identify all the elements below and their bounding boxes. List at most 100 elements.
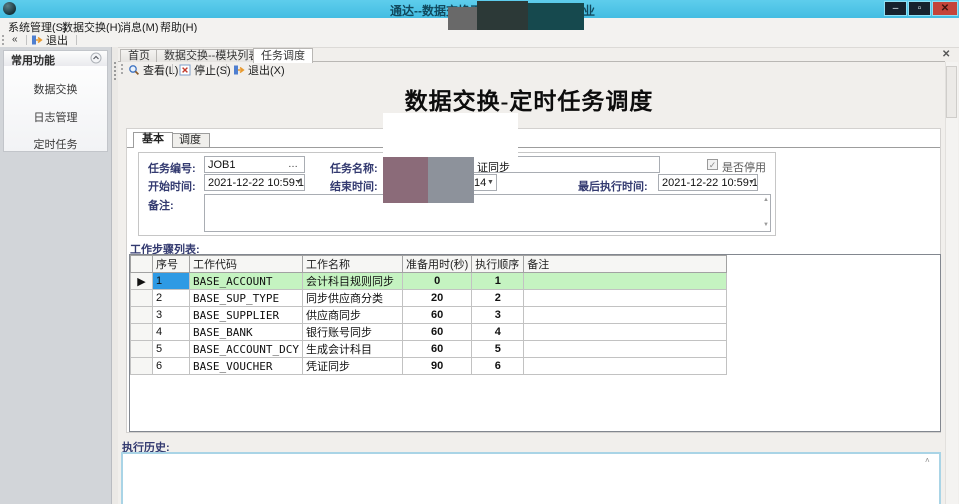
job-name-visible-value: 证同步: [477, 162, 510, 173]
scroll-up-icon[interactable]: ˄: [925, 456, 930, 465]
cell-exec-order[interactable]: 3: [472, 307, 524, 324]
cell-no[interactable]: 4: [153, 324, 190, 341]
cell-prep-seconds[interactable]: 60: [402, 307, 471, 324]
cell-code[interactable]: BASE_ACCOUNT_DCY: [190, 341, 303, 358]
cell-name[interactable]: 凭证同步: [302, 358, 402, 375]
cell-exec-order[interactable]: 5: [472, 341, 524, 358]
last-run-label: 最后执行时间:: [578, 178, 648, 194]
row-selector-cell[interactable]: ▶: [131, 273, 153, 290]
row-selector-cell[interactable]: [131, 324, 153, 341]
job-name-label: 任务名称:: [330, 160, 378, 176]
redaction-block: [528, 3, 584, 30]
end-time-label: 结束时间:: [330, 178, 378, 194]
last-run-input[interactable]: 2021-12-22 10:59:14: [658, 174, 758, 191]
table-row: 4BASE_BANK银行账号同步604: [131, 324, 727, 341]
column-header[interactable]: 序号: [153, 256, 190, 273]
cell-code[interactable]: BASE_ACCOUNT: [190, 273, 303, 290]
browse-button[interactable]: …: [288, 161, 298, 169]
tab-home[interactable]: 首页: [120, 49, 158, 62]
cell-exec-order[interactable]: 6: [472, 358, 524, 375]
cell-prep-seconds[interactable]: 20: [402, 290, 471, 307]
tab-close-icon[interactable]: ✕: [942, 49, 950, 60]
cell-code[interactable]: BASE_SUPPLIER: [190, 307, 303, 324]
start-time-label: 开始时间:: [148, 178, 196, 194]
cell-no[interactable]: 6: [153, 358, 190, 375]
redaction-block: [477, 1, 528, 30]
cell-prep-seconds[interactable]: 0: [402, 273, 471, 290]
collapse-sidebar-button[interactable]: «: [9, 34, 21, 45]
column-header[interactable]: 执行顺序: [472, 256, 524, 273]
job-no-value: JOB1: [208, 159, 236, 171]
cell-name[interactable]: 供应商同步: [302, 307, 402, 324]
column-header[interactable]: 工作代码: [190, 256, 303, 273]
stop-button[interactable]: 停止(S): [179, 63, 231, 77]
row-selector-cell[interactable]: [131, 307, 153, 324]
cell-name[interactable]: 银行账号同步: [302, 324, 402, 341]
app-window: 通达--数据交换平 业 – ▫ ✕ 系统管理(S) 数据交换(H) 消息(M) …: [0, 0, 959, 504]
cell-code[interactable]: BASE_BANK: [190, 324, 303, 341]
cell-name[interactable]: 会计科目规则同步: [302, 273, 402, 290]
history-textarea[interactable]: [121, 452, 941, 504]
cell-no[interactable]: 3: [153, 307, 190, 324]
quick-exit-button[interactable]: 退出: [31, 33, 68, 47]
steps-table: 序号工作代码工作名称准备用时(秒)执行顺序备注 ▶1BASE_ACCOUNT会计…: [130, 255, 727, 375]
table-row: ▶1BASE_ACCOUNT会计科目规则同步01: [131, 273, 727, 290]
chevron-up-icon[interactable]: [90, 52, 102, 64]
end-dropdown-icon[interactable]: ▼: [487, 179, 494, 186]
maximize-button[interactable]: ▫: [908, 1, 931, 16]
cell-remark[interactable]: [524, 273, 727, 290]
cell-prep-seconds[interactable]: 60: [402, 324, 471, 341]
page-title: 数据交换-定时任务调度: [118, 82, 940, 116]
row-selector-cell[interactable]: [131, 290, 153, 307]
cell-prep-seconds[interactable]: 90: [402, 358, 471, 375]
view-button[interactable]: 查看(L): [128, 63, 178, 77]
row-selector-cell[interactable]: [131, 341, 153, 358]
start-dropdown-icon[interactable]: ▼: [295, 179, 302, 186]
tab-task-schedule[interactable]: 任务调度: [253, 48, 313, 63]
scroll-up-icon[interactable]: ▲: [763, 197, 769, 203]
cell-code[interactable]: BASE_VOUCHER: [190, 358, 303, 375]
toolbar-separator: [172, 64, 173, 75]
column-header[interactable]: 备注: [524, 256, 727, 273]
cell-name[interactable]: 同步供应商分类: [302, 290, 402, 307]
row-selector-header[interactable]: [131, 256, 153, 273]
cell-code[interactable]: BASE_SUP_TYPE: [190, 290, 303, 307]
last-run-dropdown-icon[interactable]: ▼: [748, 179, 755, 186]
remark-label: 备注:: [148, 197, 174, 213]
start-time-input[interactable]: 2021-12-22 10:59:14: [204, 174, 305, 191]
cell-exec-order[interactable]: 4: [472, 324, 524, 341]
sidebar-item-timed-task[interactable]: 定时任务: [4, 136, 107, 152]
scroll-down-icon[interactable]: ▼: [763, 222, 769, 228]
cell-no[interactable]: 2: [153, 290, 190, 307]
cell-no[interactable]: 5: [153, 341, 190, 358]
close-button[interactable]: ✕: [932, 1, 958, 16]
cell-exec-order[interactable]: 2: [472, 290, 524, 307]
last-run-value: 2021-12-22 10:59:14: [662, 177, 758, 189]
cell-remark[interactable]: [524, 324, 727, 341]
row-selector-cell[interactable]: [131, 358, 153, 375]
cell-remark[interactable]: [524, 341, 727, 358]
cell-exec-order[interactable]: 1: [472, 273, 524, 290]
cell-remark[interactable]: [524, 358, 727, 375]
scrollbar-thumb[interactable]: [946, 66, 957, 118]
column-header[interactable]: 工作名称: [302, 256, 402, 273]
remark-textarea[interactable]: [204, 194, 771, 232]
cell-remark[interactable]: [524, 307, 727, 324]
form-tab-basic[interactable]: 基本: [133, 132, 173, 148]
cell-no[interactable]: 1: [153, 273, 190, 290]
tab-module-list[interactable]: 数据交换--模块列表: [156, 49, 267, 62]
cell-prep-seconds[interactable]: 60: [402, 341, 471, 358]
vertical-scrollbar[interactable]: [945, 62, 958, 504]
column-header[interactable]: 准备用时(秒): [402, 256, 471, 273]
form-tab-schedule[interactable]: 调度: [170, 133, 210, 147]
view-button-label: 查看(L): [143, 62, 178, 78]
sidebar-item-log-manage[interactable]: 日志管理: [4, 109, 107, 125]
sidebar-item-data-exchange[interactable]: 数据交换: [4, 81, 107, 97]
minimize-button[interactable]: –: [884, 1, 907, 16]
redaction-block: [383, 113, 518, 157]
table-row: 2BASE_SUP_TYPE同步供应商分类202: [131, 290, 727, 307]
cell-remark[interactable]: [524, 290, 727, 307]
disabled-checkbox[interactable]: ✓: [707, 159, 718, 170]
cell-name[interactable]: 生成会计科目: [302, 341, 402, 358]
exit-button[interactable]: 退出(X): [233, 63, 285, 77]
